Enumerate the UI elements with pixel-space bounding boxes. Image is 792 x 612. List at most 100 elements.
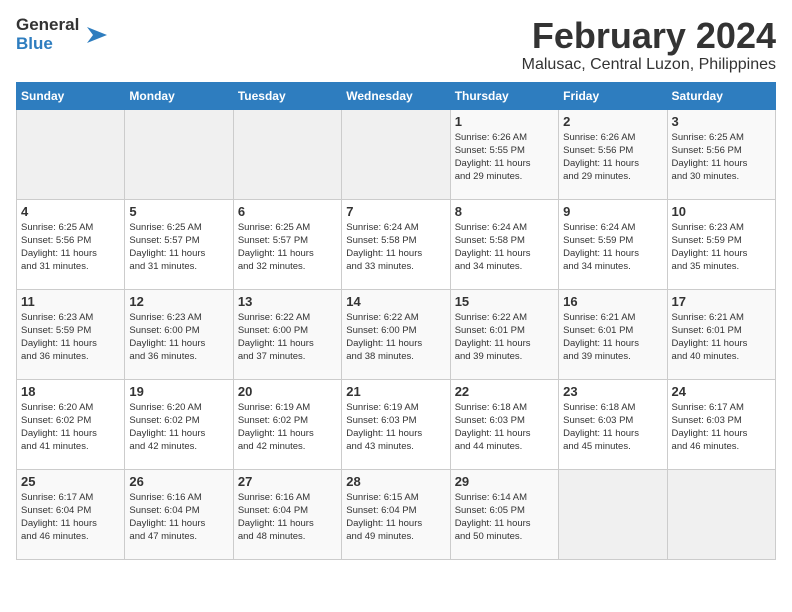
day-info: Sunrise: 6:25 AMSunset: 5:57 PMDaylight:… xyxy=(238,221,337,274)
day-info: Sunrise: 6:18 AMSunset: 6:03 PMDaylight:… xyxy=(563,401,662,454)
header-cell-saturday: Saturday xyxy=(667,82,775,109)
day-info: Sunrise: 6:23 AMSunset: 6:00 PMDaylight:… xyxy=(129,311,228,364)
calendar-cell: 5 Sunrise: 6:25 AMSunset: 5:57 PMDaylight… xyxy=(125,199,233,289)
day-number: 5 xyxy=(129,204,228,219)
day-number: 14 xyxy=(346,294,445,309)
day-info: Sunrise: 6:19 AMSunset: 6:02 PMDaylight:… xyxy=(238,401,337,454)
calendar-cell: 16 Sunrise: 6:21 AMSunset: 6:01 PMDayligh… xyxy=(559,289,667,379)
calendar-cell: 8 Sunrise: 6:24 AMSunset: 5:58 PMDaylight… xyxy=(450,199,558,289)
day-number: 29 xyxy=(455,474,554,489)
calendar-week-1: 1Sunrise: 6:26 AMSunset: 5:55 PMDaylight… xyxy=(17,109,776,199)
calendar-cell: 3 Sunrise: 6:25 AMSunset: 5:56 PMDaylight… xyxy=(667,109,775,199)
header-cell-thursday: Thursday xyxy=(450,82,558,109)
day-number: 9 xyxy=(563,204,662,219)
logo-line1: General xyxy=(16,16,79,35)
day-info: Sunrise: 6:22 AMSunset: 6:01 PMDaylight:… xyxy=(455,311,554,364)
day-number: 28 xyxy=(346,474,445,489)
day-info: Sunrise: 6:19 AMSunset: 6:03 PMDaylight:… xyxy=(346,401,445,454)
header-cell-friday: Friday xyxy=(559,82,667,109)
calendar-cell: 24 Sunrise: 6:17 AMSunset: 6:03 PMDayligh… xyxy=(667,379,775,469)
day-info: Sunrise: 6:17 AMSunset: 6:03 PMDaylight:… xyxy=(672,401,771,454)
day-number: 27 xyxy=(238,474,337,489)
calendar-cell: 20 Sunrise: 6:19 AMSunset: 6:02 PMDayligh… xyxy=(233,379,341,469)
day-number: 24 xyxy=(672,384,771,399)
month-title: February 2024 xyxy=(522,16,776,56)
day-number: 22 xyxy=(455,384,554,399)
calendar-week-5: 25Sunrise: 6:17 AMSunset: 6:04 PMDayligh… xyxy=(17,469,776,559)
day-number: 16 xyxy=(563,294,662,309)
day-info: Sunrise: 6:24 AMSunset: 5:58 PMDaylight:… xyxy=(346,221,445,274)
calendar-cell: 29 Sunrise: 6:14 AMSunset: 6:05 PMDayligh… xyxy=(450,469,558,559)
day-info: Sunrise: 6:22 AMSunset: 6:00 PMDaylight:… xyxy=(238,311,337,364)
calendar-cell: 4 Sunrise: 6:25 AMSunset: 5:56 PMDaylight… xyxy=(17,199,125,289)
title-block: February 2024 Malusac, Central Luzon, Ph… xyxy=(522,16,776,74)
calendar-cell: 23 Sunrise: 6:18 AMSunset: 6:03 PMDayligh… xyxy=(559,379,667,469)
day-number: 2 xyxy=(563,114,662,129)
day-number: 11 xyxy=(21,294,120,309)
calendar-table: SundayMondayTuesdayWednesdayThursdayFrid… xyxy=(16,82,776,560)
day-info: Sunrise: 6:14 AMSunset: 6:05 PMDaylight:… xyxy=(455,491,554,544)
calendar-cell: 7 Sunrise: 6:24 AMSunset: 5:58 PMDaylight… xyxy=(342,199,450,289)
calendar-cell: 25Sunrise: 6:17 AMSunset: 6:04 PMDayligh… xyxy=(17,469,125,559)
day-info: Sunrise: 6:24 AMSunset: 5:59 PMDaylight:… xyxy=(563,221,662,274)
calendar-cell: 13Sunrise: 6:22 AMSunset: 6:00 PMDayligh… xyxy=(233,289,341,379)
day-info: Sunrise: 6:25 AMSunset: 5:57 PMDaylight:… xyxy=(129,221,228,274)
calendar-cell: 14 Sunrise: 6:22 AMSunset: 6:00 PMDayligh… xyxy=(342,289,450,379)
day-info: Sunrise: 6:17 AMSunset: 6:04 PMDaylight:… xyxy=(21,491,120,544)
day-number: 3 xyxy=(672,114,771,129)
day-number: 8 xyxy=(455,204,554,219)
calendar-cell: 17Sunrise: 6:21 AMSunset: 6:01 PMDayligh… xyxy=(667,289,775,379)
logo-arrow-icon xyxy=(83,21,111,49)
calendar-cell: 15 Sunrise: 6:22 AMSunset: 6:01 PMDayligh… xyxy=(450,289,558,379)
day-info: Sunrise: 6:25 AMSunset: 5:56 PMDaylight:… xyxy=(672,131,771,184)
header-row: SundayMondayTuesdayWednesdayThursdayFrid… xyxy=(17,82,776,109)
calendar-cell: 2 Sunrise: 6:26 AMSunset: 5:56 PMDaylight… xyxy=(559,109,667,199)
header-cell-monday: Monday xyxy=(125,82,233,109)
logo: General Blue xyxy=(16,16,111,53)
day-number: 1 xyxy=(455,114,554,129)
calendar-cell: 12 Sunrise: 6:23 AMSunset: 6:00 PMDayligh… xyxy=(125,289,233,379)
day-info: Sunrise: 6:26 AMSunset: 5:56 PMDaylight:… xyxy=(563,131,662,184)
day-info: Sunrise: 6:22 AMSunset: 6:00 PMDaylight:… xyxy=(346,311,445,364)
calendar-cell xyxy=(667,469,775,559)
day-info: Sunrise: 6:16 AMSunset: 6:04 PMDaylight:… xyxy=(238,491,337,544)
day-number: 18 xyxy=(21,384,120,399)
day-number: 20 xyxy=(238,384,337,399)
calendar-cell: 22Sunrise: 6:18 AMSunset: 6:03 PMDayligh… xyxy=(450,379,558,469)
day-number: 7 xyxy=(346,204,445,219)
day-number: 4 xyxy=(21,204,120,219)
calendar-cell xyxy=(559,469,667,559)
day-number: 19 xyxy=(129,384,228,399)
calendar-cell xyxy=(342,109,450,199)
location-title: Malusac, Central Luzon, Philippines xyxy=(522,56,776,74)
day-info: Sunrise: 6:25 AMSunset: 5:56 PMDaylight:… xyxy=(21,221,120,274)
day-number: 15 xyxy=(455,294,554,309)
calendar-cell: 11 Sunrise: 6:23 AMSunset: 5:59 PMDayligh… xyxy=(17,289,125,379)
calendar-cell: 21 Sunrise: 6:19 AMSunset: 6:03 PMDayligh… xyxy=(342,379,450,469)
day-info: Sunrise: 6:24 AMSunset: 5:58 PMDaylight:… xyxy=(455,221,554,274)
calendar-week-3: 11 Sunrise: 6:23 AMSunset: 5:59 PMDayligh… xyxy=(17,289,776,379)
page-header: General Blue February 2024 Malusac, Cent… xyxy=(16,16,776,74)
day-number: 26 xyxy=(129,474,228,489)
calendar-cell: 18Sunrise: 6:20 AMSunset: 6:02 PMDayligh… xyxy=(17,379,125,469)
calendar-cell: 28 Sunrise: 6:15 AMSunset: 6:04 PMDayligh… xyxy=(342,469,450,559)
day-number: 21 xyxy=(346,384,445,399)
calendar-cell: 1Sunrise: 6:26 AMSunset: 5:55 PMDaylight… xyxy=(450,109,558,199)
day-info: Sunrise: 6:21 AMSunset: 6:01 PMDaylight:… xyxy=(672,311,771,364)
day-info: Sunrise: 6:15 AMSunset: 6:04 PMDaylight:… xyxy=(346,491,445,544)
day-number: 23 xyxy=(563,384,662,399)
day-info: Sunrise: 6:23 AMSunset: 5:59 PMDaylight:… xyxy=(672,221,771,274)
calendar-week-2: 4 Sunrise: 6:25 AMSunset: 5:56 PMDaylight… xyxy=(17,199,776,289)
day-info: Sunrise: 6:20 AMSunset: 6:02 PMDaylight:… xyxy=(129,401,228,454)
calendar-cell: 6 Sunrise: 6:25 AMSunset: 5:57 PMDaylight… xyxy=(233,199,341,289)
day-number: 12 xyxy=(129,294,228,309)
day-number: 6 xyxy=(238,204,337,219)
logo-line2: Blue xyxy=(16,35,79,54)
calendar-cell: 9 Sunrise: 6:24 AMSunset: 5:59 PMDaylight… xyxy=(559,199,667,289)
day-info: Sunrise: 6:23 AMSunset: 5:59 PMDaylight:… xyxy=(21,311,120,364)
calendar-cell: 26Sunrise: 6:16 AMSunset: 6:04 PMDayligh… xyxy=(125,469,233,559)
calendar-cell xyxy=(233,109,341,199)
calendar-cell: 19 Sunrise: 6:20 AMSunset: 6:02 PMDayligh… xyxy=(125,379,233,469)
day-info: Sunrise: 6:21 AMSunset: 6:01 PMDaylight:… xyxy=(563,311,662,364)
calendar-cell xyxy=(17,109,125,199)
